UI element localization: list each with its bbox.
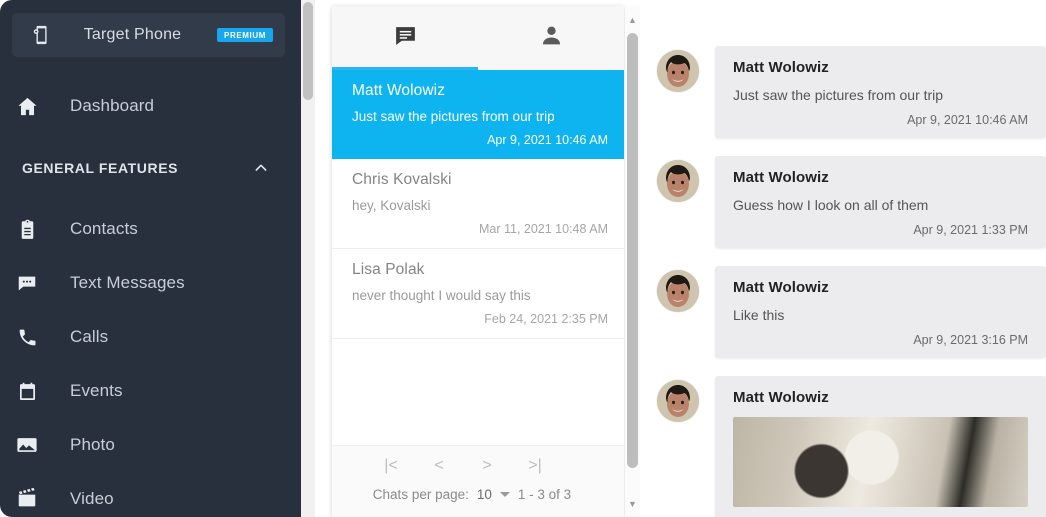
paginator-buttons: |< < > >| [332, 446, 624, 480]
premium-badge: PREMIUM [217, 28, 273, 42]
scroll-down-arrow-icon[interactable]: ▼ [628, 500, 637, 509]
next-page-button[interactable]: > [476, 458, 498, 474]
contacts-icon [14, 216, 40, 242]
chat-list[interactable]: Matt Wolowiz Just saw the pictures from … [332, 70, 624, 445]
paginator: |< < > >| Chats per page: 10 1 - 3 of 3 [332, 445, 624, 517]
sidebar-item-label-text-messages: Text Messages [70, 273, 185, 292]
paginator-range: 1 - 3 of 3 [517, 486, 572, 502]
scroll-up-arrow-icon[interactable]: ▲ [628, 16, 637, 25]
message-bubble: Matt Wolowiz Just saw the pictures from … [715, 46, 1046, 138]
video-icon [14, 486, 40, 512]
photo-icon [14, 432, 40, 458]
sidebar-item-video[interactable]: Video [0, 479, 301, 517]
chat-list-item[interactable]: Lisa Polak never thought I would say thi… [332, 249, 624, 339]
chat-item-preview: never thought I would say this [352, 288, 531, 303]
message-time: Apr 9, 2021 10:46 AM [907, 113, 1028, 127]
sidebar-item-events[interactable]: Events [0, 371, 301, 411]
message-text: Just saw the pictures from our trip [733, 87, 944, 103]
message-sender: Matt Wolowiz [733, 59, 829, 76]
avatar [657, 160, 699, 202]
avatar [657, 50, 699, 92]
sidebar-item-label-events: Events [70, 381, 123, 400]
chat-item-name: Lisa Polak [352, 261, 425, 278]
events-icon [14, 378, 40, 404]
message-bubble: Matt Wolowiz [715, 376, 1046, 517]
sidebar-section-title: GENERAL FEATURES [22, 160, 179, 176]
message-row: Matt Wolowiz Guess how I look on all of … [645, 156, 1046, 248]
message-text: Like this [733, 307, 785, 323]
message-sender: Matt Wolowiz [733, 169, 829, 186]
first-page-button[interactable]: |< [380, 458, 402, 474]
message-bubble: Matt Wolowiz Like this Apr 9, 2021 3:16 … [715, 266, 1046, 358]
message-attachment-image[interactable] [733, 417, 1028, 507]
sidebar: Target Phone PREMIUM Dashboard GENERAL F… [0, 0, 301, 517]
message-row: Matt Wolowiz Like this Apr 9, 2021 3:16 … [645, 266, 1046, 358]
sidebar-item-label-calls: Calls [70, 327, 109, 346]
message-time: Apr 9, 2021 1:33 PM [913, 223, 1028, 237]
chat-item-time: Feb 24, 2021 2:35 PM [484, 312, 608, 326]
per-page-label: Chats per page: [372, 486, 469, 502]
chat-list-item[interactable]: Chris Kovalski hey, Kovalski Mar 11, 202… [332, 159, 624, 249]
chat-item-time: Apr 9, 2021 10:46 AM [487, 133, 608, 147]
message-row: Matt Wolowiz [645, 376, 1046, 517]
message-thread: Matt Wolowiz Just saw the pictures from … [645, 0, 1046, 517]
tab-contacts[interactable] [478, 6, 624, 70]
message-bubble: Matt Wolowiz Guess how I look on all of … [715, 156, 1046, 248]
sidebar-item-text-messages[interactable]: Text Messages [0, 263, 301, 303]
message-time: Apr 9, 2021 3:16 PM [913, 333, 1028, 347]
sidebar-item-label-dashboard: Dashboard [70, 96, 155, 115]
sidebar-item-label-contacts: Contacts [70, 219, 138, 238]
tab-chats[interactable] [332, 6, 478, 70]
chat-list-item[interactable]: Matt Wolowiz Just saw the pictures from … [332, 70, 624, 159]
home-icon [14, 93, 40, 119]
last-page-button[interactable]: >| [524, 458, 546, 474]
chevron-down-icon[interactable] [499, 491, 510, 497]
per-page-select-value[interactable]: 10 [477, 487, 492, 502]
app-root: Target Phone PREMIUM Dashboard GENERAL F… [0, 0, 1046, 517]
chat-list-scrollbar[interactable]: ▲ ▼ [625, 6, 640, 517]
chat-item-name: Matt Wolowiz [352, 82, 446, 99]
chat-panel-tabs [332, 6, 624, 70]
sidebar-item-calls[interactable]: Calls [0, 317, 301, 357]
text-messages-icon [14, 270, 40, 296]
paginator-info: Chats per page: 10 1 - 3 of 3 [332, 480, 624, 508]
sidebar-item-label-video: Video [70, 489, 114, 508]
target-phone-title: Target Phone [83, 26, 182, 43]
chat-list-scrollbar-thumb[interactable] [627, 33, 638, 468]
chat-item-name: Chris Kovalski [352, 171, 452, 188]
sidebar-item-photo[interactable]: Photo [0, 425, 301, 465]
message-sender: Matt Wolowiz [733, 279, 829, 296]
message-sender: Matt Wolowiz [733, 389, 829, 406]
sidebar-section-general-features[interactable]: GENERAL FEATURES [0, 150, 301, 186]
previous-page-button[interactable]: < [428, 458, 450, 474]
sidebar-item-contacts[interactable]: Contacts [0, 209, 301, 249]
calls-icon [14, 324, 40, 350]
message-row: Matt Wolowiz Just saw the pictures from … [645, 46, 1046, 138]
chevron-up-icon[interactable] [253, 160, 269, 176]
message-text: Guess how I look on all of them [733, 197, 929, 213]
sidebar-item-dashboard[interactable]: Dashboard [0, 86, 301, 126]
avatar [657, 270, 699, 312]
person-icon [539, 23, 564, 53]
chat-item-time: Mar 11, 2021 10:48 AM [478, 222, 608, 236]
chat-list-panel: Matt Wolowiz Just saw the pictures from … [332, 6, 624, 517]
chat-icon [393, 23, 418, 53]
chat-item-preview: Just saw the pictures from our trip [352, 109, 555, 124]
avatar [657, 380, 699, 422]
page-scrollbar[interactable] [301, 0, 315, 517]
target-phone-selector[interactable]: Target Phone PREMIUM [12, 13, 285, 57]
chat-item-preview: hey, Kovalski [352, 198, 431, 213]
sidebar-item-label-photo: Photo [70, 435, 115, 454]
page-scrollbar-thumb[interactable] [303, 2, 313, 100]
